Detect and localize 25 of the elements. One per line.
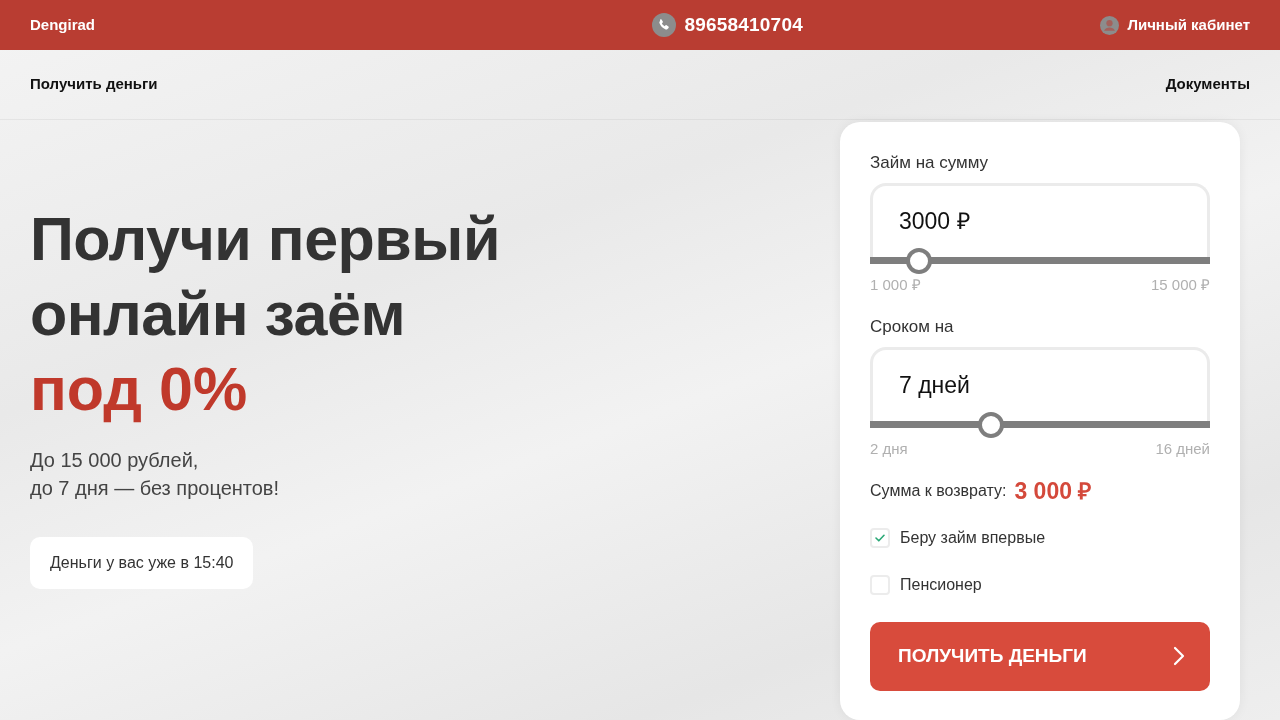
account-link[interactable]: Личный кабинет	[1127, 13, 1250, 37]
range-min-label: 1 000 ₽	[870, 276, 921, 294]
total-label: Сумма к возврату:	[870, 481, 1007, 502]
phone-number[interactable]: 89658410704	[684, 10, 803, 40]
nav-link-text[interactable]: Получить деньги	[30, 73, 158, 96]
range-min-label: 2 дня	[870, 440, 908, 458]
field-label: Сроком на	[870, 316, 955, 338]
hero-title: Получи первый онлайн заём	[30, 204, 500, 350]
phone-icon	[652, 13, 677, 37]
field-label: Займ на сумму	[870, 152, 990, 174]
delivery-time-pill: Деньги у вас уже в 15:40	[30, 537, 254, 589]
total-amount: 3 000 ₽	[1014, 477, 1092, 506]
hero-subtitle: До 15 000 рублей, до 7 дня — без процентов!	[30, 448, 281, 501]
chevron-right-icon	[1172, 645, 1186, 667]
range-max-label: 15 000 ₽	[1150, 276, 1210, 294]
brand-logo[interactable]: Dengirad	[30, 16, 95, 33]
hero-accent-text: под 0%	[30, 354, 249, 425]
checkmark-icon	[875, 533, 885, 542]
nav-link-text[interactable]: Документы	[1165, 73, 1250, 96]
checkbox-label: Беру займ впервые	[900, 527, 1046, 548]
user-icon	[1100, 15, 1120, 35]
checkbox-label: Пенсионер	[900, 574, 982, 595]
get-money-button[interactable]: ПОЛУЧИТЬ ДЕНЬГИ	[870, 621, 1210, 691]
range-max-label: 16 дней	[1155, 440, 1210, 458]
checkbox[interactable]	[870, 527, 890, 548]
